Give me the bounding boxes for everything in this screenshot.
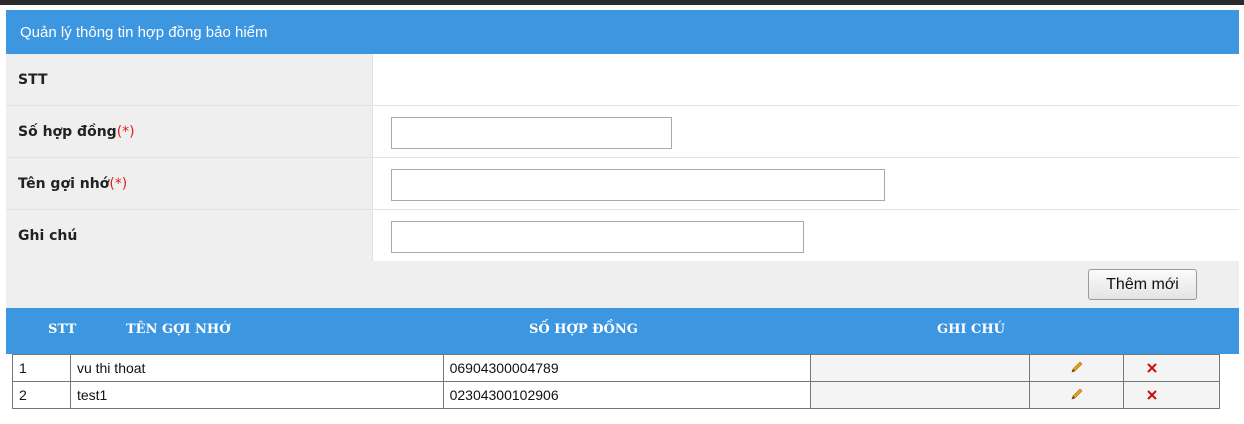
ten-goi-nho-label-text: Tên gợi nhớ: [18, 175, 110, 192]
so-hop-dong-label-text: Số hợp đồng: [18, 123, 117, 140]
edit-icon[interactable]: [1069, 359, 1085, 378]
add-new-button[interactable]: Thêm mới: [1088, 269, 1197, 300]
so-hop-dong-label: Số hợp đồng (*): [6, 106, 373, 157]
stt-row: STT: [6, 54, 1239, 106]
delete-cell: [1123, 354, 1220, 382]
ten-goi-nho-cell: [373, 158, 1239, 209]
so-hop-dong-row: Số hợp đồng (*): [6, 106, 1239, 158]
edit-cell: [1029, 381, 1125, 409]
row-ghi-chu: [810, 381, 1031, 409]
row-ten-goi-nho: vu thi thoat: [69, 354, 444, 382]
required-mark: (*): [116, 123, 135, 140]
ghi-chu-label: Ghi chú: [6, 210, 373, 261]
so-hop-dong-input[interactable]: [391, 117, 672, 149]
stt-label-text: STT: [18, 71, 48, 88]
delete-icon[interactable]: [1146, 361, 1158, 377]
row-stt: 1: [12, 354, 71, 382]
ghi-chu-input[interactable]: [391, 221, 804, 253]
col-header-ghi-chu: GHI CHÚ: [937, 322, 1005, 337]
ten-goi-nho-input[interactable]: [391, 169, 885, 201]
row-stt: 2: [12, 381, 71, 409]
button-bar: Thêm mới: [6, 261, 1239, 308]
delete-icon[interactable]: [1146, 388, 1158, 404]
ten-goi-nho-row: Tên gợi nhớ (*): [6, 158, 1239, 210]
table-row: 2 test1 02304300102906: [12, 381, 1220, 409]
so-hop-dong-cell: [373, 106, 1239, 157]
panel-title: Quản lý thông tin hợp đồng bảo hiểm: [6, 10, 1239, 54]
stt-value: [373, 54, 1239, 105]
row-ten-goi-nho: test1: [69, 381, 444, 409]
panel-title-text: Quản lý thông tin hợp đồng bảo hiểm: [20, 23, 268, 41]
col-header-ten-goi-nho: TÊN GỢI NHỚ: [126, 322, 231, 337]
ghi-chu-label-text: Ghi chú: [18, 227, 78, 244]
contracts-table: 1 vu thi thoat 06904300004789 2 test1 02…: [12, 354, 1220, 409]
col-header-so-hop-dong: SỐ HỢP ĐỒNG: [529, 322, 638, 337]
col-header-stt: STT: [48, 322, 77, 337]
ten-goi-nho-label: Tên gợi nhớ (*): [6, 158, 373, 209]
row-so-hop-dong: 06904300004789: [442, 354, 812, 382]
required-mark: (*): [109, 175, 128, 192]
row-ghi-chu: [810, 354, 1031, 382]
edit-icon[interactable]: [1069, 386, 1085, 405]
stt-label: STT: [6, 54, 373, 105]
ghi-chu-cell: [373, 210, 1239, 261]
row-so-hop-dong: 02304300102906: [442, 381, 812, 409]
table-header: STT TÊN GỢI NHỚ SỐ HỢP ĐỒNG GHI CHÚ: [6, 308, 1239, 354]
table-row: 1 vu thi thoat 06904300004789: [12, 354, 1220, 382]
delete-cell: [1123, 381, 1220, 409]
edit-cell: [1029, 354, 1125, 382]
ghi-chu-row: Ghi chú: [6, 210, 1239, 262]
contract-panel: Quản lý thông tin hợp đồng bảo hiểm STT …: [6, 5, 1239, 424]
